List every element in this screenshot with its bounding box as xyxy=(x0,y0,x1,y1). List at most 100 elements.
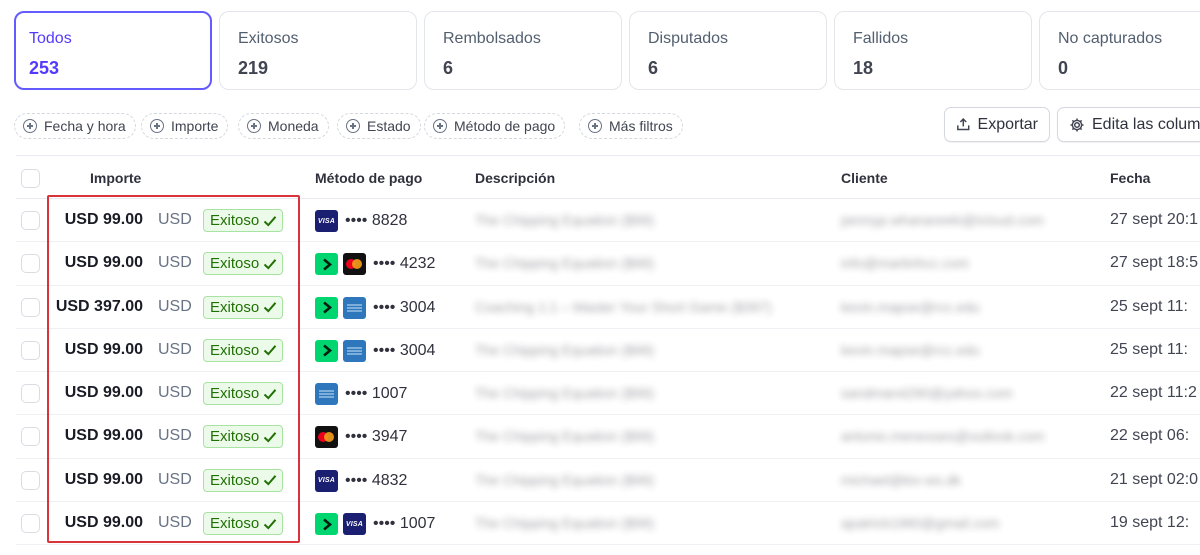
link-logo xyxy=(315,296,338,319)
link-logo xyxy=(315,513,338,536)
status-label: Exitoso xyxy=(210,212,260,229)
payment-method: VISA •••• 1007 xyxy=(315,512,435,536)
add-circle-icon xyxy=(247,119,261,133)
customer-email[interactable]: pennyp.whanareeki@icloud.com xyxy=(841,212,1044,228)
amount-value: USD 99.00 xyxy=(64,211,143,228)
date-value: 25 sept 11: xyxy=(1110,340,1188,358)
status-label: Exitoso xyxy=(210,341,260,359)
table-row[interactable]: USD 99.00 USD Exitoso •••• 3947 The Chipping… xyxy=(16,415,1200,459)
customer-email[interactable]: info@martinhcc.com xyxy=(841,255,969,271)
check-icon xyxy=(264,388,277,400)
amount-value: USD 99.00 xyxy=(64,427,143,445)
currency-code: USD xyxy=(158,470,192,488)
description-text: The Chipping Equation ($99) xyxy=(475,255,655,272)
table-row[interactable]: USD 99.00 USD Exitoso •••• 1007 The Chipping… xyxy=(16,372,1200,416)
filter-metodo-de-pago[interactable]: Método de pago xyxy=(424,113,566,139)
row-checkbox[interactable] xyxy=(21,340,40,360)
status-badge: Exitoso xyxy=(203,382,284,406)
filter-importe[interactable]: Importe xyxy=(141,113,229,139)
customer-email[interactable]: sandman4290@yahoo.com xyxy=(841,385,1012,401)
header-date[interactable]: Fecha xyxy=(1110,170,1150,186)
table-row[interactable]: USD 99.00 USD Exitoso •••• 4232 The Chipping… xyxy=(16,242,1200,286)
header-amount[interactable]: Importe xyxy=(90,170,141,186)
amount-value: USD 397.00 xyxy=(55,297,143,315)
filter-moneda[interactable]: Moneda xyxy=(238,113,329,139)
status-label: Exitoso xyxy=(210,255,260,273)
description-text: The Chipping Equation ($99) xyxy=(475,515,655,532)
edit-columns-button[interactable]: Edita las colum xyxy=(1057,107,1200,142)
payment-method: •••• 4232 xyxy=(315,252,435,276)
tab-label: Disputados xyxy=(648,30,729,47)
table-body: USD 99.00 USD Exitoso VISA •••• 8828 The Chip… xyxy=(16,199,1200,546)
row-checkbox[interactable] xyxy=(21,427,40,447)
tab-todos[interactable]: Todos 253 xyxy=(14,11,212,90)
mastercard-logo xyxy=(343,253,366,276)
customer-email[interactable]: michael@kiv-ws.dk xyxy=(841,472,961,488)
check-icon xyxy=(264,302,277,313)
customer-email[interactable]: kevin.mapse@rcc.edu xyxy=(841,342,980,358)
amex-logo xyxy=(315,383,338,406)
row-checkbox[interactable] xyxy=(21,514,40,534)
payments-table: Importe Método de pago Descripción Clien… xyxy=(16,155,1200,546)
select-all-checkbox[interactable] xyxy=(21,169,40,188)
row-checkbox[interactable] xyxy=(21,470,40,490)
header-description[interactable]: Descripción xyxy=(475,170,555,186)
card-last4: •••• 3004 xyxy=(373,298,436,316)
add-circle-icon xyxy=(588,119,602,133)
filter-mas-filtros[interactable]: Más filtros xyxy=(579,113,683,139)
card-last4: •••• 3004 xyxy=(373,341,436,359)
tab-fallidos[interactable]: Fallidos 18 xyxy=(834,11,1032,90)
date-value: 27 sept 18:5 xyxy=(1110,254,1199,272)
currency-code: USD xyxy=(158,384,192,402)
check-icon xyxy=(264,518,277,530)
status-badge: Exitoso xyxy=(203,295,284,319)
export-icon xyxy=(957,118,970,131)
customer-email[interactable]: kevin.mapse@rcc.edu xyxy=(841,299,980,315)
tab-exitosos[interactable]: Exitosos 219 xyxy=(219,11,417,90)
table-row[interactable]: USD 99.00 USD Exitoso VISA •••• 1007 The Chip… xyxy=(16,502,1200,546)
table-row[interactable]: USD 99.00 USD Exitoso •••• 3004 The Chipping… xyxy=(16,329,1200,373)
table-row[interactable]: USD 99.00 USD Exitoso VISA •••• 8828 The Chip… xyxy=(16,199,1200,243)
table-row[interactable]: USD 397.00 USD Exitoso •••• 3004 Coaching 1:… xyxy=(16,286,1200,329)
currency-code: USD xyxy=(158,514,192,532)
date-value: 27 sept 20:1 xyxy=(1110,211,1199,228)
row-checkbox[interactable] xyxy=(21,297,40,317)
tab-count: 253 xyxy=(29,58,60,78)
tab-no-capturados[interactable]: No capturados 0 xyxy=(1039,11,1200,90)
amex-logo xyxy=(343,339,366,362)
edit-columns-label: Edita las colum xyxy=(1092,115,1200,133)
customer-email[interactable]: antonio.menesses@outlook.com xyxy=(841,428,1044,444)
filter-label: Método de pago xyxy=(454,118,556,134)
amount-value: USD 99.00 xyxy=(64,514,143,532)
filter-label: Moneda xyxy=(268,118,319,134)
description-text: The Chipping Equation ($99) xyxy=(475,471,655,488)
description-text: The Chipping Equation ($99) xyxy=(475,341,655,358)
status-label: Exitoso xyxy=(210,298,260,316)
card-last4: •••• 1007 xyxy=(373,515,436,533)
row-checkbox[interactable] xyxy=(21,254,40,274)
export-button[interactable]: Exportar xyxy=(944,107,1050,142)
tab-disputados[interactable]: Disputados 6 xyxy=(629,11,827,90)
filter-label: Estado xyxy=(367,118,411,134)
filter-label: Fecha y hora xyxy=(44,118,126,134)
header-customer[interactable]: Cliente xyxy=(841,170,888,186)
filter-estado[interactable]: Estado xyxy=(337,113,421,139)
export-label: Exportar xyxy=(977,115,1038,133)
currency-code: USD xyxy=(158,254,192,272)
link-logo xyxy=(315,339,338,362)
row-checkbox[interactable] xyxy=(21,211,40,230)
row-checkbox[interactable] xyxy=(21,384,40,404)
description-text: The Chipping Equation ($99) xyxy=(475,212,655,228)
payment-method: •••• 1007 xyxy=(315,382,407,406)
filter-fecha-y-hora[interactable]: Fecha y hora xyxy=(14,113,136,139)
status-badge: Exitoso xyxy=(203,209,284,232)
status-label: Exitoso xyxy=(210,385,260,403)
add-circle-icon xyxy=(150,119,164,133)
customer-email[interactable]: apatrick1960@gmail.com xyxy=(841,515,999,531)
amount-value: USD 99.00 xyxy=(64,254,143,272)
tab-rembolsados[interactable]: Rembolsados 6 xyxy=(424,11,622,90)
currency-code: USD xyxy=(158,340,192,358)
header-payment-method[interactable]: Método de pago xyxy=(315,170,422,186)
status-badge: Exitoso xyxy=(203,425,284,449)
table-row[interactable]: USD 99.00 USD Exitoso VISA •••• 4832 The Chip… xyxy=(16,459,1200,503)
